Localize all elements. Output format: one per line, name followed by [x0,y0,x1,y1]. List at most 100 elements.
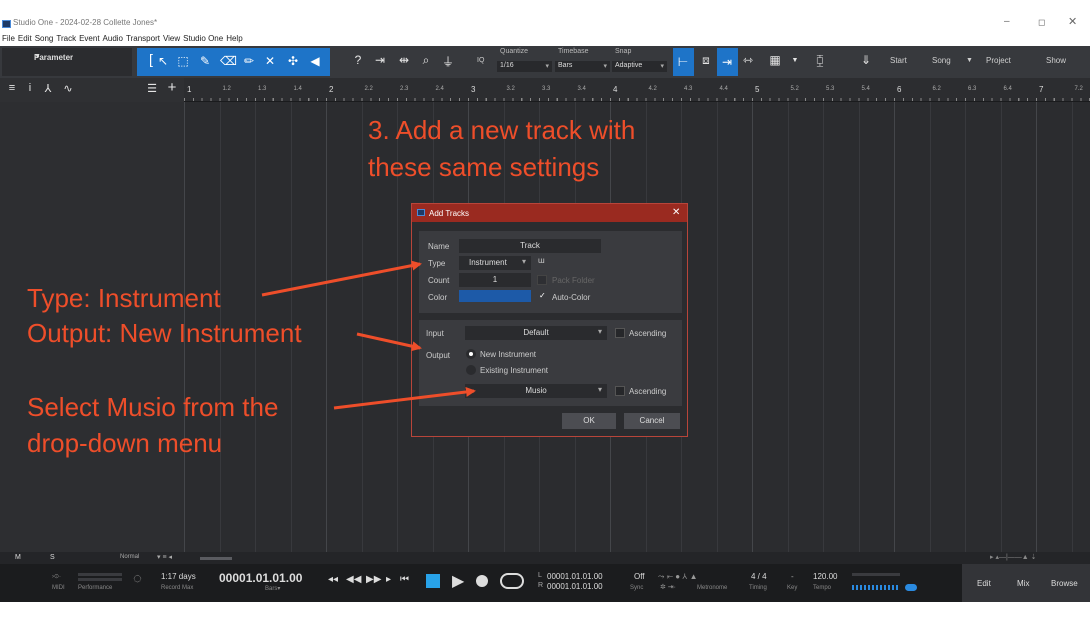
new-instrument-radio[interactable] [466,349,476,359]
paint-tool-icon[interactable]: ✎ [197,54,213,68]
snap-grid-button[interactable]: ⊢ [673,48,694,76]
cancel-button[interactable]: Cancel [624,413,680,429]
list-icon[interactable]: ☰ [144,82,160,95]
view-mode-dropdown[interactable]: Normal [120,554,139,560]
ascending-checkbox[interactable] [615,328,625,338]
quantize-dropdown[interactable]: 1/16 ▾ [497,61,552,72]
snap-events-button[interactable]: ⇥ [717,48,738,76]
loop-tool-icon[interactable]: ⏚ [440,53,456,70]
mute-tool-icon[interactable]: ✕ [262,54,278,68]
instrument-dropdown[interactable]: Musio ▾ [465,384,607,398]
menu-item-help[interactable]: Help [226,34,242,43]
checkmark-icon[interactable]: ✓ [539,291,546,300]
input-dropdown[interactable]: Default ▾ [465,326,607,340]
chevron-down-icon[interactable]: ▼ [966,57,973,64]
close-icon[interactable]: ✕ [1068,15,1077,28]
menu-icon[interactable]: ≡ [4,82,20,94]
left-locator-value[interactable]: 00001.01.01.00 [547,572,603,581]
pack-folder-checkbox[interactable] [537,275,547,285]
right-locator-value[interactable]: 00001.01.01.00 [547,582,603,591]
snap-start-icon[interactable]: ⇥ [372,53,388,67]
project-button[interactable]: Project [986,56,1011,65]
forward-icon[interactable]: ▸ [386,574,391,585]
stop-icon[interactable] [426,574,440,588]
solo-all-button[interactable]: S [50,554,55,561]
chevron-down-icon: ▾ [603,63,607,70]
track-layout-icon[interactable]: ▦ [767,53,783,67]
download-icon[interactable]: ⇓ [858,53,874,67]
iq-button[interactable]: IQ [477,57,484,64]
horizontal-scrollbar[interactable] [200,557,232,560]
name-label: Name [428,242,450,251]
arrow-tool-icon[interactable]: ↖ [155,54,171,68]
mix-button[interactable]: Mix [1017,579,1029,588]
position-display[interactable]: 00001.01.01.00 [219,571,302,585]
mute-all-button[interactable]: M [15,554,21,561]
inspector-icon[interactable]: i [22,82,38,94]
rewind-icon[interactable]: ◂◂ [328,574,338,585]
chevron-down-icon[interactable]: ▼ [787,57,803,64]
menu-item-audio[interactable]: Audio [103,34,123,43]
browse-button[interactable]: Browse [1051,579,1078,588]
split-tool-icon[interactable]: ✣ [285,54,301,68]
song-button[interactable]: Song [932,56,951,65]
zoom-icon[interactable]: ⌕ [418,53,434,68]
menu-item-event[interactable]: Event [79,34,99,43]
menu-item-file[interactable]: File [2,34,15,43]
name-field[interactable]: Track [459,239,601,253]
cursor-follow-icon[interactable]: ⇿ [740,53,756,67]
ok-button[interactable]: OK [562,413,616,429]
eraser-tool-icon[interactable]: ⌫ [220,54,237,68]
menu-item-track[interactable]: Track [56,34,76,43]
skip-end-icon[interactable]: ⏮ [400,574,409,585]
edit-button[interactable]: Edit [977,579,991,588]
automation-icon[interactable]: ∿ [60,82,76,95]
close-icon[interactable]: ✕ [672,207,680,218]
count-field[interactable]: 1 [459,273,531,287]
key-value[interactable]: - [791,572,794,581]
menu-item-view[interactable]: View [163,34,180,43]
count-label: Count [428,276,450,285]
help-icon[interactable]: ? [350,53,366,67]
play-icon[interactable]: ▶ [452,571,464,591]
position-format-label[interactable]: Bars▾ [265,585,280,592]
record-icon[interactable] [476,575,488,587]
add-track-icon[interactable]: + [164,79,180,96]
mixer-icon[interactable]: ⧮ [812,53,828,68]
start-button[interactable]: Start [890,56,907,65]
draw-tool-icon[interactable]: ✏ [241,54,257,68]
show-button[interactable]: Show [1046,56,1066,65]
zoom-slider[interactable]: ▸ ▴—|——▲ ⇣ [990,553,1037,561]
listen-tool-icon[interactable]: ◀ [307,54,323,68]
loop-icon[interactable] [500,573,524,589]
menu-item-song[interactable]: Song [35,34,54,43]
tempo-value[interactable]: 120.00 [813,572,837,581]
minimize-icon[interactable]: – [1004,16,1010,27]
ruler-tick-label: 1.4 [293,86,302,92]
fast-forward-icon[interactable]: ▶▶ [366,574,381,585]
type-dropdown[interactable]: Instrument ▾ [459,256,531,270]
menu-item-transport[interactable]: Transport [126,34,160,43]
parameter-box[interactable]: Parameter ▼ [2,48,132,76]
menu-item-edit[interactable]: Edit [18,34,32,43]
return-zero-icon[interactable]: ◀◀ [346,574,361,585]
timing-value[interactable]: 4 / 4 [751,572,767,581]
tempo-icon[interactable]: ⅄ [40,82,56,95]
sync-value[interactable]: Off [634,572,645,581]
color-swatch[interactable] [459,290,531,302]
ascending-checkbox-2[interactable] [615,386,625,396]
chevron-down-icon: ▾ [597,385,602,394]
existing-instrument-radio[interactable] [466,365,476,375]
menu-item-studio-one[interactable]: Studio One [183,34,223,43]
toggle-icon[interactable] [905,584,917,591]
quantize-value: 1/16 [500,62,514,69]
metronome-tools-icon[interactable]: ⤳ ⇤ ● ⅄ ▲ [658,572,698,582]
snap-cursor-icon[interactable]: ⇹ [396,53,412,67]
chevron-down-icon[interactable]: ▾ ≡ ◂ [157,553,172,561]
snap-relative-icon[interactable]: ⧈ [698,53,714,68]
settings-icon[interactable]: ✲ ⇥· [660,583,676,591]
timebase-dropdown[interactable]: Bars ▾ [555,61,610,72]
maximize-icon[interactable]: ◻ [1038,17,1045,28]
snap-dropdown[interactable]: Adaptive ▾ [612,61,667,72]
range-tool-icon[interactable]: ⬚ [175,54,191,68]
